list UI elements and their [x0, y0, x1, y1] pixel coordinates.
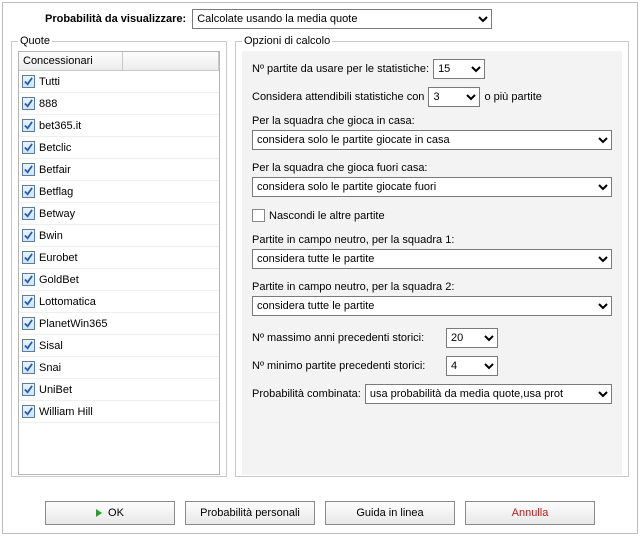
bookmaker-label: Betflag — [39, 186, 73, 198]
check-icon — [22, 119, 35, 132]
max-anni-select[interactable]: 20 — [446, 328, 498, 348]
guide-button[interactable]: Guida in linea — [325, 501, 455, 525]
table-row[interactable]: Betflag — [19, 181, 219, 203]
play-icon — [96, 509, 102, 517]
bookmaker-label: William Hill — [39, 406, 93, 418]
fuori-label: Per la squadra che gioca fuori casa: — [252, 162, 612, 174]
max-anni-label: Nº massimo anni precedenti storici: — [252, 332, 442, 344]
table-row[interactable]: Lottomatica — [19, 291, 219, 313]
check-icon — [22, 405, 35, 418]
guide-label: Guida in linea — [356, 507, 423, 519]
check-icon — [22, 383, 35, 396]
table-row[interactable]: Sisal — [19, 335, 219, 357]
table-row[interactable]: PlanetWin365 — [19, 313, 219, 335]
check-icon — [22, 251, 35, 264]
fuori-select[interactable]: considera solo le partite giocate fuori — [252, 177, 612, 197]
nascondi-label: Nascondi le altre partite — [269, 210, 385, 222]
n-partite-select[interactable]: 15 — [433, 59, 485, 79]
probability-select[interactable]: Calcolate usando la media quote — [192, 9, 492, 29]
bookmaker-label: PlanetWin365 — [39, 318, 108, 330]
col-header[interactable]: Concessionari — [19, 52, 123, 70]
bookmaker-label: Eurobet — [39, 252, 78, 264]
check-icon — [22, 339, 35, 352]
bookmaker-label: Tutti — [39, 76, 60, 88]
bookmaker-label: 888 — [39, 98, 57, 110]
checkbox-icon — [252, 209, 265, 222]
table-row[interactable]: Eurobet — [19, 247, 219, 269]
settings-dialog: Probabilità da visualizzare: Calcolate u… — [2, 2, 638, 534]
table-header: Concessionari — [19, 52, 219, 71]
casa-select[interactable]: considera solo le partite giocate in cas… — [252, 130, 612, 150]
neutro1-select[interactable]: considera tutte le partite — [252, 249, 612, 269]
table-row[interactable]: William Hill — [19, 401, 219, 423]
n-partite-label: Nº partite da usare per le statistiche: — [252, 63, 429, 75]
personal-label: Probabilità personali — [200, 507, 300, 519]
bookmaker-label: Sisal — [39, 340, 63, 352]
quote-legend: Quote — [18, 35, 52, 47]
attendibili-pre: Considera attendibili statistiche con — [252, 91, 424, 103]
quote-fieldset: Quote Concessionari Tutti 888 bet365.it Bet… — [11, 35, 227, 477]
table-row[interactable]: Bwin — [19, 225, 219, 247]
check-icon — [22, 75, 35, 88]
prob-comb-label: Probabilità combinata: — [252, 388, 361, 400]
bookmaker-label: Lottomatica — [39, 296, 96, 308]
ok-button[interactable]: OK — [45, 501, 175, 525]
casa-label: Per la squadra che gioca in casa: — [252, 115, 612, 127]
personal-prob-button[interactable]: Probabilità personali — [185, 501, 315, 525]
table-row[interactable]: Snai — [19, 357, 219, 379]
check-icon — [22, 185, 35, 198]
ok-label: OK — [108, 507, 124, 519]
probability-label: Probabilità da visualizzare: — [45, 13, 186, 25]
table-row[interactable]: Betfair — [19, 159, 219, 181]
check-icon — [22, 97, 35, 110]
nascondi-checkbox[interactable]: Nascondi le altre partite — [252, 209, 612, 222]
check-icon — [22, 163, 35, 176]
bookmaker-label: Snai — [39, 362, 61, 374]
check-icon — [22, 361, 35, 374]
neutro2-label: Partite in campo neutro, per la squadra … — [252, 281, 612, 293]
min-partite-select[interactable]: 4 — [446, 356, 498, 376]
bookmaker-label: GoldBet — [39, 274, 79, 286]
bookmaker-label: bet365.it — [39, 120, 81, 132]
check-icon — [22, 207, 35, 220]
check-icon — [22, 141, 35, 154]
check-icon — [22, 317, 35, 330]
table-row[interactable]: Betway — [19, 203, 219, 225]
cancel-button[interactable]: Annulla — [465, 501, 595, 525]
neutro1-label: Partite in campo neutro, per la squadra … — [252, 234, 612, 246]
attendibili-post: o più partite — [484, 91, 541, 103]
check-icon — [22, 295, 35, 308]
options-fieldset: Opzioni di calcolo Nº partite da usare p… — [235, 35, 629, 477]
bookmaker-label: UniBet — [39, 384, 72, 396]
table-row[interactable]: bet365.it — [19, 115, 219, 137]
table-row[interactable]: GoldBet — [19, 269, 219, 291]
table-row[interactable]: UniBet — [19, 379, 219, 401]
cancel-label: Annulla — [512, 507, 549, 519]
check-icon — [22, 273, 35, 286]
bookmakers-table: Concessionari Tutti 888 bet365.it Betclic Be… — [18, 51, 220, 475]
probability-selector-row: Probabilità da visualizzare: Calcolate u… — [11, 9, 629, 29]
col-header-empty[interactable] — [123, 52, 219, 70]
bookmaker-label: Bwin — [39, 230, 63, 242]
prob-comb-select[interactable]: usa probabilità da media quote,usa prot — [365, 384, 612, 404]
check-icon — [22, 229, 35, 242]
min-partite-label: Nº minimo partite precedenti storici: — [252, 360, 442, 372]
attendibili-select[interactable]: 3 — [428, 87, 480, 107]
table-row[interactable]: 888 — [19, 93, 219, 115]
bookmaker-label: Betfair — [39, 164, 71, 176]
bookmaker-label: Betway — [39, 208, 75, 220]
table-row[interactable]: Betclic — [19, 137, 219, 159]
table-row[interactable]: Tutti — [19, 71, 219, 93]
options-legend: Opzioni di calcolo — [242, 35, 332, 47]
neutro2-select[interactable]: considera tutte le partite — [252, 296, 612, 316]
bookmaker-label: Betclic — [39, 142, 71, 154]
